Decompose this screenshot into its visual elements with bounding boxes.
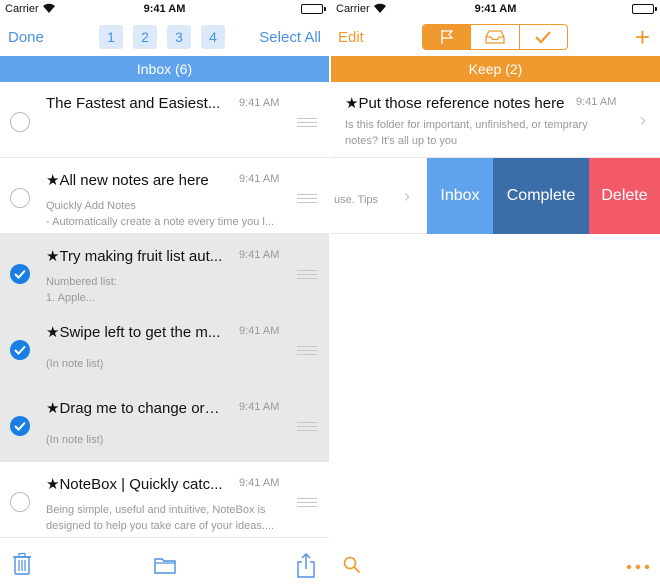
folder-icon[interactable] — [154, 556, 176, 574]
status-bar: Carrier 9:41 AM — [331, 0, 660, 18]
page-button-1[interactable]: 1 — [99, 25, 123, 49]
keep-screen: Carrier 9:41 AM Edit + Keep (2) ★Put tho… — [331, 0, 660, 584]
drag-handle-icon[interactable] — [297, 194, 317, 206]
note-time: 9:41 AM — [239, 97, 280, 109]
inbox-screen: Carrier 9:41 AM Done 1 2 3 4 Select All … — [0, 0, 329, 584]
note-title: ★NoteBox | Quickly catc... — [46, 476, 223, 493]
status-time: 9:41 AM — [474, 3, 517, 15]
checked-circle-icon[interactable] — [10, 340, 30, 360]
note-title: ★Swipe left to get the m... — [46, 324, 221, 341]
note-time: 9:41 AM — [239, 173, 280, 185]
page-button-2[interactable]: 2 — [133, 25, 157, 49]
drag-handle-icon[interactable] — [297, 118, 317, 130]
select-circle[interactable] — [10, 112, 30, 132]
status-time: 9:41 AM — [143, 3, 186, 15]
note-time: 9:41 AM — [239, 477, 280, 489]
move-to-inbox-button[interactable]: Inbox — [427, 158, 493, 234]
flag-icon — [440, 30, 454, 44]
note-time: 9:41 AM — [239, 401, 280, 413]
note-row[interactable]: ★All new notes are here 9:41 AM Quickly … — [0, 158, 329, 234]
checkmark-icon — [535, 31, 552, 44]
folder-segmented-control — [422, 24, 568, 50]
bottom-toolbar — [0, 544, 329, 584]
battery-icon — [632, 4, 657, 14]
note-time: 9:41 AM — [239, 249, 280, 261]
complete-button[interactable]: Complete — [493, 158, 589, 234]
battery-icon — [301, 4, 326, 14]
status-bar: Carrier 9:41 AM — [0, 0, 329, 18]
search-icon[interactable] — [343, 556, 361, 574]
note-title: The Fastest and Easiest... — [46, 95, 221, 112]
share-icon[interactable] — [296, 552, 316, 578]
select-all-button[interactable]: Select All — [259, 29, 321, 46]
trash-icon[interactable] — [12, 552, 32, 576]
note-row[interactable]: ★Put those reference notes here 9:41 AM … — [331, 82, 660, 158]
inbox-section-header: Inbox (6) — [0, 56, 329, 82]
delete-button[interactable]: Delete — [589, 158, 660, 234]
segment-keep[interactable] — [423, 25, 471, 49]
note-row[interactable]: ★Try making fruit list aut... 9:41 AM Nu… — [0, 234, 329, 310]
drag-handle-icon[interactable] — [297, 498, 317, 510]
inbox-tray-icon — [485, 30, 505, 44]
note-preview: Quickly Add Notes - Automatically create… — [46, 200, 275, 228]
note-preview: (In note list) — [46, 434, 104, 446]
drag-handle-icon[interactable] — [297, 346, 317, 358]
note-row[interactable]: ★Drag me to change order 9:41 AM (In not… — [0, 386, 329, 462]
page-button-4[interactable]: 4 — [201, 25, 225, 49]
swipe-actions: Inbox Complete Delete — [427, 158, 660, 234]
segment-complete[interactable] — [518, 25, 567, 49]
bottom-toolbar — [331, 544, 660, 584]
edit-button[interactable]: Edit — [338, 29, 364, 46]
nav-bar: Done 1 2 3 4 Select All — [0, 18, 329, 56]
checked-circle-icon[interactable] — [10, 264, 30, 284]
done-button[interactable]: Done — [8, 29, 44, 46]
chevron-right-icon: › — [640, 110, 646, 130]
more-icon[interactable] — [626, 564, 650, 570]
note-title: ★Try making fruit list aut... — [46, 248, 223, 265]
drag-handle-icon[interactable] — [297, 422, 317, 434]
checked-circle-icon[interactable] — [10, 416, 30, 436]
add-note-button[interactable]: + — [635, 24, 650, 50]
note-preview: Numbered list: 1. Apple... — [46, 276, 117, 304]
note-title: ★Put those reference notes here — [345, 95, 565, 112]
note-preview: Being simple, useful and intuitive, Note… — [46, 504, 275, 532]
nav-bar: Edit + — [331, 18, 660, 56]
note-row[interactable]: ★NoteBox | Quickly catc... 9:41 AM Being… — [0, 462, 329, 538]
segment-inbox[interactable] — [470, 25, 518, 49]
page-button-3[interactable]: 3 — [167, 25, 191, 49]
note-title: ★All new notes are here — [46, 172, 209, 189]
note-title: ★Drag me to change order — [46, 400, 226, 417]
note-time: 9:41 AM — [576, 96, 617, 108]
note-preview: (In note list) — [46, 358, 104, 370]
chevron-right-icon: › — [404, 186, 410, 206]
note-preview-peek: use. Tips — [334, 194, 379, 206]
page-selector: 1 2 3 4 — [99, 25, 225, 49]
swiped-note-row[interactable]: use. Tips › Inbox Complete Delete — [331, 158, 660, 234]
note-preview: Is this folder for important, unfinished… — [345, 119, 588, 147]
keep-section-header: Keep (2) — [331, 56, 660, 82]
drag-handle-icon[interactable] — [297, 270, 317, 282]
note-time: 9:41 AM — [239, 325, 280, 337]
note-row[interactable]: ★Swipe left to get the m... 9:41 AM (In … — [0, 310, 329, 386]
select-circle[interactable] — [10, 188, 30, 208]
note-row[interactable]: The Fastest and Easiest... 9:41 AM — [0, 82, 329, 158]
select-circle[interactable] — [10, 492, 30, 512]
